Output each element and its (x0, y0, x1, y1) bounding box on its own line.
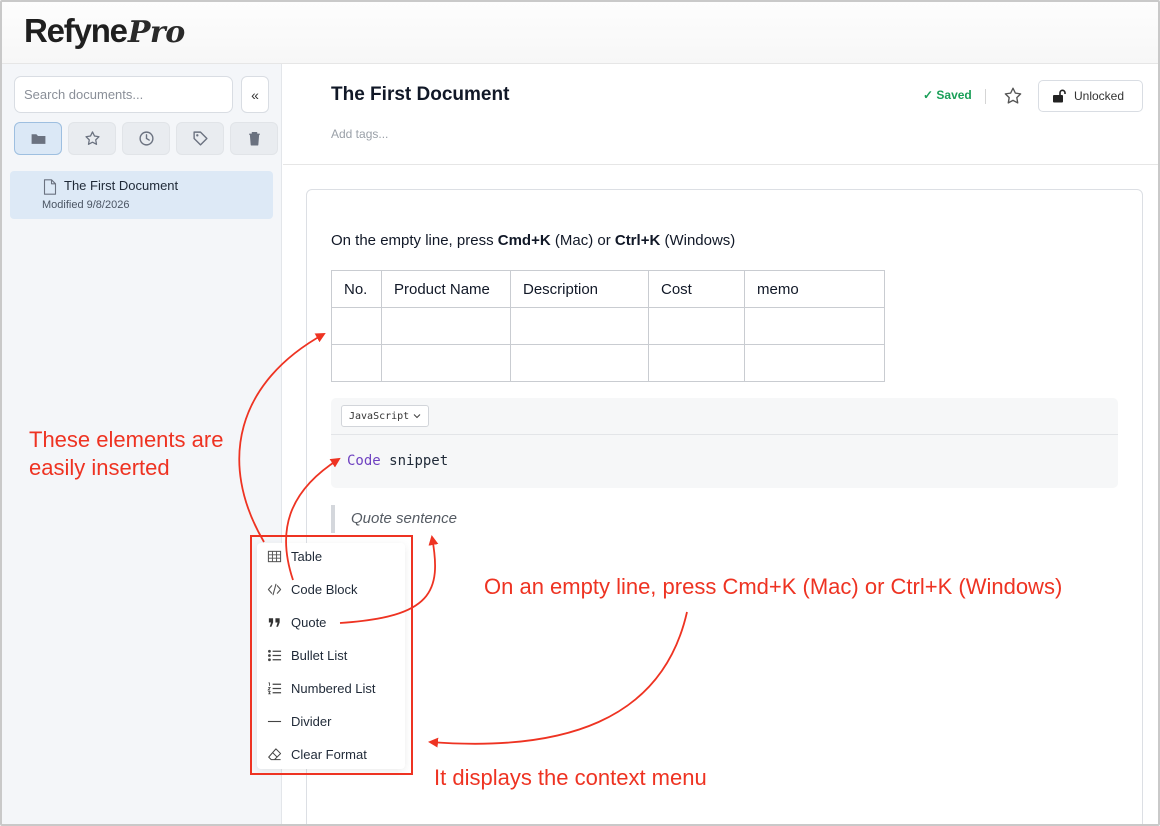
table-cell[interactable] (648, 344, 745, 382)
table-header-cell[interactable]: memo (744, 270, 885, 308)
editor-area[interactable]: On the empty line, press Cmd+K (Mac) or … (306, 189, 1143, 824)
context-menu: Table Code Block Quote Bullet List Numbe… (257, 543, 405, 769)
code-block[interactable]: JavaScript Code snippet (331, 398, 1118, 488)
star-icon (1004, 87, 1022, 104)
document-title[interactable]: The First Document (331, 84, 509, 106)
table-header-row: No. Product Name Description Cost memo (331, 270, 885, 308)
instruction-paragraph: On the empty line, press Cmd+K (Mac) or … (331, 232, 736, 249)
chevron-down-icon (413, 414, 421, 419)
quote-icon (268, 618, 280, 627)
divider-icon (267, 720, 282, 723)
code-line[interactable]: Code snippet (347, 453, 448, 469)
menu-item-table[interactable]: Table (257, 540, 405, 573)
table-cell[interactable] (381, 307, 511, 345)
add-tags-input[interactable]: Add tags... (331, 127, 388, 141)
table-header-cell[interactable]: Cost (648, 270, 745, 308)
table-cell[interactable] (744, 307, 885, 345)
lock-toggle-button[interactable]: Unlocked (1038, 80, 1143, 112)
table-header-cell[interactable]: No. (331, 270, 382, 308)
folder-filter-button[interactable] (14, 122, 62, 155)
table-header-cell[interactable]: Product Name (381, 270, 511, 308)
annotation-shortcut: On an empty line, press Cmd+K (Mac) or C… (484, 574, 1063, 599)
document-header: The First Document Add tags... ✓ Saved U… (283, 64, 1158, 165)
collapse-sidebar-button[interactable]: « (241, 76, 269, 113)
unlock-icon (1053, 89, 1066, 103)
table-cell[interactable] (510, 307, 649, 345)
table-header-cell[interactable]: Description (510, 270, 649, 308)
trash-filter-button[interactable] (230, 122, 278, 155)
saved-status: ✓ Saved (923, 88, 972, 102)
favorites-filter-button[interactable] (68, 122, 116, 155)
table-icon (267, 550, 282, 563)
app-window: RefynePro « The First Document (0, 0, 1160, 826)
table-row (331, 307, 885, 345)
table-cell[interactable] (744, 344, 885, 382)
menu-item-numbered-list[interactable]: Numbered List (257, 672, 405, 705)
tags-filter-button[interactable] (176, 122, 224, 155)
lock-status-label: Unlocked (1074, 89, 1125, 103)
quote-block[interactable]: Quote sentence (331, 505, 457, 533)
document-list-title: The First Document (64, 178, 179, 193)
filter-bar (14, 122, 278, 155)
search-input[interactable] (14, 76, 233, 113)
language-select[interactable]: JavaScript (341, 405, 430, 427)
eraser-icon (268, 748, 282, 761)
clock-icon (138, 131, 154, 146)
table-row (331, 344, 885, 382)
star-icon (84, 131, 100, 145)
menu-item-clear-format[interactable]: Clear Format (257, 738, 405, 771)
document-list-modified: Modified 9/8/2026 (42, 199, 130, 211)
menu-item-quote[interactable]: Quote (257, 606, 405, 639)
menu-item-divider[interactable]: Divider (257, 705, 405, 738)
header-divider (985, 89, 986, 104)
table-cell[interactable] (381, 344, 511, 382)
menu-item-code-block[interactable]: Code Block (257, 573, 405, 606)
logo-pro-text: Pro (127, 15, 185, 50)
code-icon (267, 583, 282, 596)
numbered-list-icon (267, 682, 282, 695)
code-header-divider (331, 434, 1118, 435)
menu-item-bullet-list[interactable]: Bullet List (257, 639, 405, 672)
table-cell[interactable] (331, 307, 382, 345)
tag-icon (192, 131, 208, 146)
document-icon (43, 179, 57, 195)
favorite-button[interactable] (1001, 84, 1025, 108)
language-label: JavaScript (349, 410, 410, 422)
table-cell[interactable] (648, 307, 745, 345)
bullet-list-icon (268, 649, 282, 662)
table-cell[interactable] (510, 344, 649, 382)
annotation-context-menu: It displays the context menu (434, 765, 707, 790)
trash-icon (248, 132, 260, 146)
folder-icon (31, 134, 45, 144)
logo-text: Refyne (24, 12, 128, 49)
table-cell[interactable] (331, 344, 382, 382)
app-header: Refyne Pro (2, 2, 1158, 64)
document-list-item[interactable]: The First Document Modified 9/8/2026 (10, 171, 273, 219)
product-table[interactable]: No. Product Name Description Cost memo (331, 270, 885, 382)
annotation-inserted: These elements are easily inserted (29, 427, 224, 480)
app-logo: Refyne Pro (24, 12, 185, 52)
recent-filter-button[interactable] (122, 122, 170, 155)
